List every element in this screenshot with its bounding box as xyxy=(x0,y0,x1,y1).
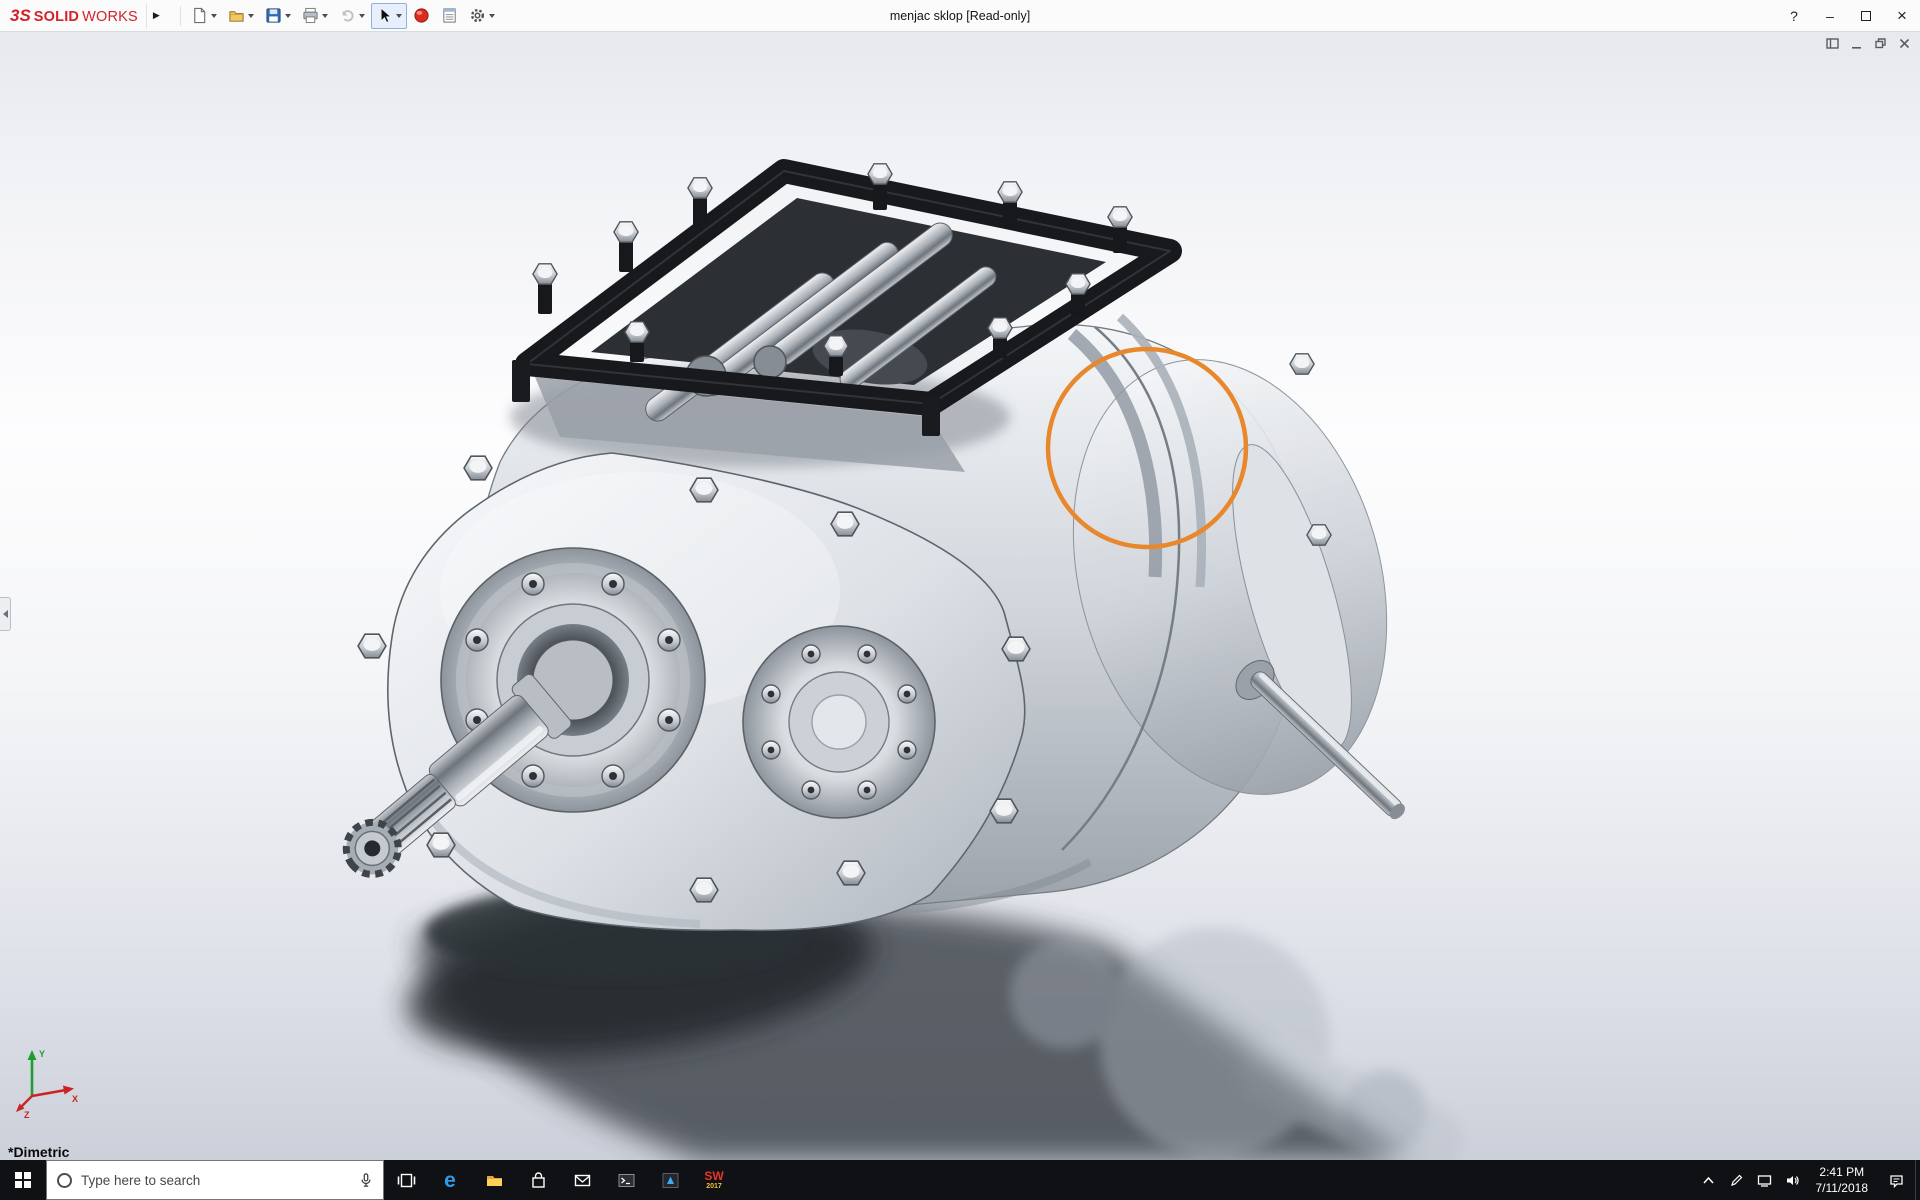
hidden-icons-button[interactable] xyxy=(1695,1160,1723,1200)
console-icon xyxy=(617,1171,636,1190)
coordinate-triad: Y X Z xyxy=(14,1044,86,1118)
toolbar-expand-button[interactable]: ▶ xyxy=(146,4,166,28)
appearance-sphere-icon xyxy=(413,7,430,24)
quick-access-toolbar xyxy=(166,0,500,31)
edge-icon: e xyxy=(444,1170,456,1191)
console-button[interactable] xyxy=(604,1160,648,1200)
print-icon xyxy=(302,7,319,24)
task-view-icon xyxy=(397,1171,416,1190)
store-button[interactable] xyxy=(516,1160,560,1200)
chevron-down-icon xyxy=(211,14,217,18)
file-explorer-icon xyxy=(485,1171,504,1190)
dassault-logo-icon: 3S xyxy=(10,6,31,26)
chevron-down-icon xyxy=(322,14,328,18)
options-button[interactable] xyxy=(464,3,500,29)
edge-button[interactable]: e xyxy=(428,1160,472,1200)
system-tray: 2:41 PM 7/11/2018 xyxy=(1695,1160,1920,1200)
chevron-down-icon xyxy=(248,14,254,18)
graphics-viewport[interactable]: Y X Z *Dimetric xyxy=(0,32,1920,1160)
brand-text-bold: SOLID xyxy=(34,9,79,25)
chevron-down-icon xyxy=(396,14,402,18)
bearing-hub-small xyxy=(743,626,935,818)
close-icon: × xyxy=(1897,7,1907,24)
clock-time: 2:41 PM xyxy=(1819,1164,1864,1180)
mail-button[interactable] xyxy=(560,1160,604,1200)
brand-text-light: WORKS xyxy=(82,9,138,25)
microphone-icon[interactable] xyxy=(359,1173,373,1187)
taskbar-apps: e SW 2017 xyxy=(384,1160,736,1200)
window-controls: ? – × xyxy=(1776,0,1920,31)
triad-y-label: Y xyxy=(39,1049,45,1059)
new-document-button[interactable] xyxy=(186,3,222,29)
taskbar-search[interactable] xyxy=(46,1160,384,1200)
taskbar-clock[interactable]: 2:41 PM 7/11/2018 xyxy=(1807,1160,1878,1200)
appearance-button[interactable] xyxy=(408,3,435,29)
triad-z-label: Z xyxy=(24,1110,30,1118)
save-button[interactable] xyxy=(260,3,296,29)
select-cursor-icon xyxy=(376,7,393,24)
options-gear-icon xyxy=(469,7,486,24)
chevron-up-icon xyxy=(1701,1173,1716,1188)
evaluate-button[interactable] xyxy=(436,3,463,29)
help-button[interactable]: ? xyxy=(1776,0,1812,31)
solidworks-icon: SW 2017 xyxy=(704,1170,723,1190)
undo-button[interactable] xyxy=(334,3,370,29)
mail-icon xyxy=(573,1171,592,1190)
view-orientation-label: *Dimetric xyxy=(8,1144,69,1160)
solidworks-logo: 3S SOLIDWORKS xyxy=(0,6,146,26)
windows-logo-icon xyxy=(15,1172,31,1188)
clock-date: 7/11/2018 xyxy=(1816,1180,1869,1196)
action-center-icon xyxy=(1889,1173,1904,1188)
print-button[interactable] xyxy=(297,3,333,29)
minimize-icon[interactable] xyxy=(1850,37,1863,50)
toolbar-separator xyxy=(180,6,181,26)
select-tool-button[interactable] xyxy=(371,3,407,29)
chevron-down-icon xyxy=(285,14,291,18)
action-center-button[interactable] xyxy=(1877,1160,1915,1200)
network-button[interactable] xyxy=(1751,1160,1779,1200)
pen-icon xyxy=(1729,1173,1744,1188)
panel-collapse-tab[interactable] xyxy=(0,597,11,631)
volume-icon xyxy=(1785,1173,1800,1188)
show-desktop-button[interactable] xyxy=(1915,1160,1920,1200)
triad-x-label: X xyxy=(72,1094,78,1104)
network-icon xyxy=(1757,1173,1772,1188)
search-input[interactable] xyxy=(81,1173,350,1188)
new-document-icon xyxy=(191,7,208,24)
document-window-controls xyxy=(1826,37,1911,50)
undo-icon xyxy=(339,7,356,24)
pen-button[interactable] xyxy=(1723,1160,1751,1200)
task-view-button[interactable] xyxy=(384,1160,428,1200)
store-icon xyxy=(529,1171,548,1190)
restore-icon[interactable] xyxy=(1874,37,1887,50)
solidworks-taskbar-button[interactable]: SW 2017 xyxy=(692,1160,736,1200)
cortana-icon xyxy=(57,1173,72,1188)
file-explorer-button[interactable] xyxy=(472,1160,516,1200)
chevron-down-icon xyxy=(359,14,365,18)
save-icon xyxy=(265,7,282,24)
open-button[interactable] xyxy=(223,3,259,29)
start-button[interactable] xyxy=(0,1160,46,1200)
chevron-down-icon xyxy=(489,14,495,18)
viewer-icon xyxy=(661,1171,680,1190)
document-title: menjac sklop [Read-only] xyxy=(890,9,1030,23)
evaluate-sheet-icon xyxy=(441,7,458,24)
close-button[interactable]: × xyxy=(1884,0,1920,31)
viewer-button[interactable] xyxy=(648,1160,692,1200)
gearbox-model xyxy=(0,32,1920,1160)
maximize-icon xyxy=(1861,11,1871,21)
titlebar: 3S SOLIDWORKS ▶ xyxy=(0,0,1920,32)
maximize-button[interactable] xyxy=(1848,0,1884,31)
windows-taskbar: e SW 2017 xyxy=(0,1160,1920,1200)
minimize-button[interactable]: – xyxy=(1812,0,1848,31)
volume-button[interactable] xyxy=(1779,1160,1807,1200)
pane-icon[interactable] xyxy=(1826,37,1839,50)
close-icon[interactable] xyxy=(1898,37,1911,50)
open-icon xyxy=(228,7,245,24)
